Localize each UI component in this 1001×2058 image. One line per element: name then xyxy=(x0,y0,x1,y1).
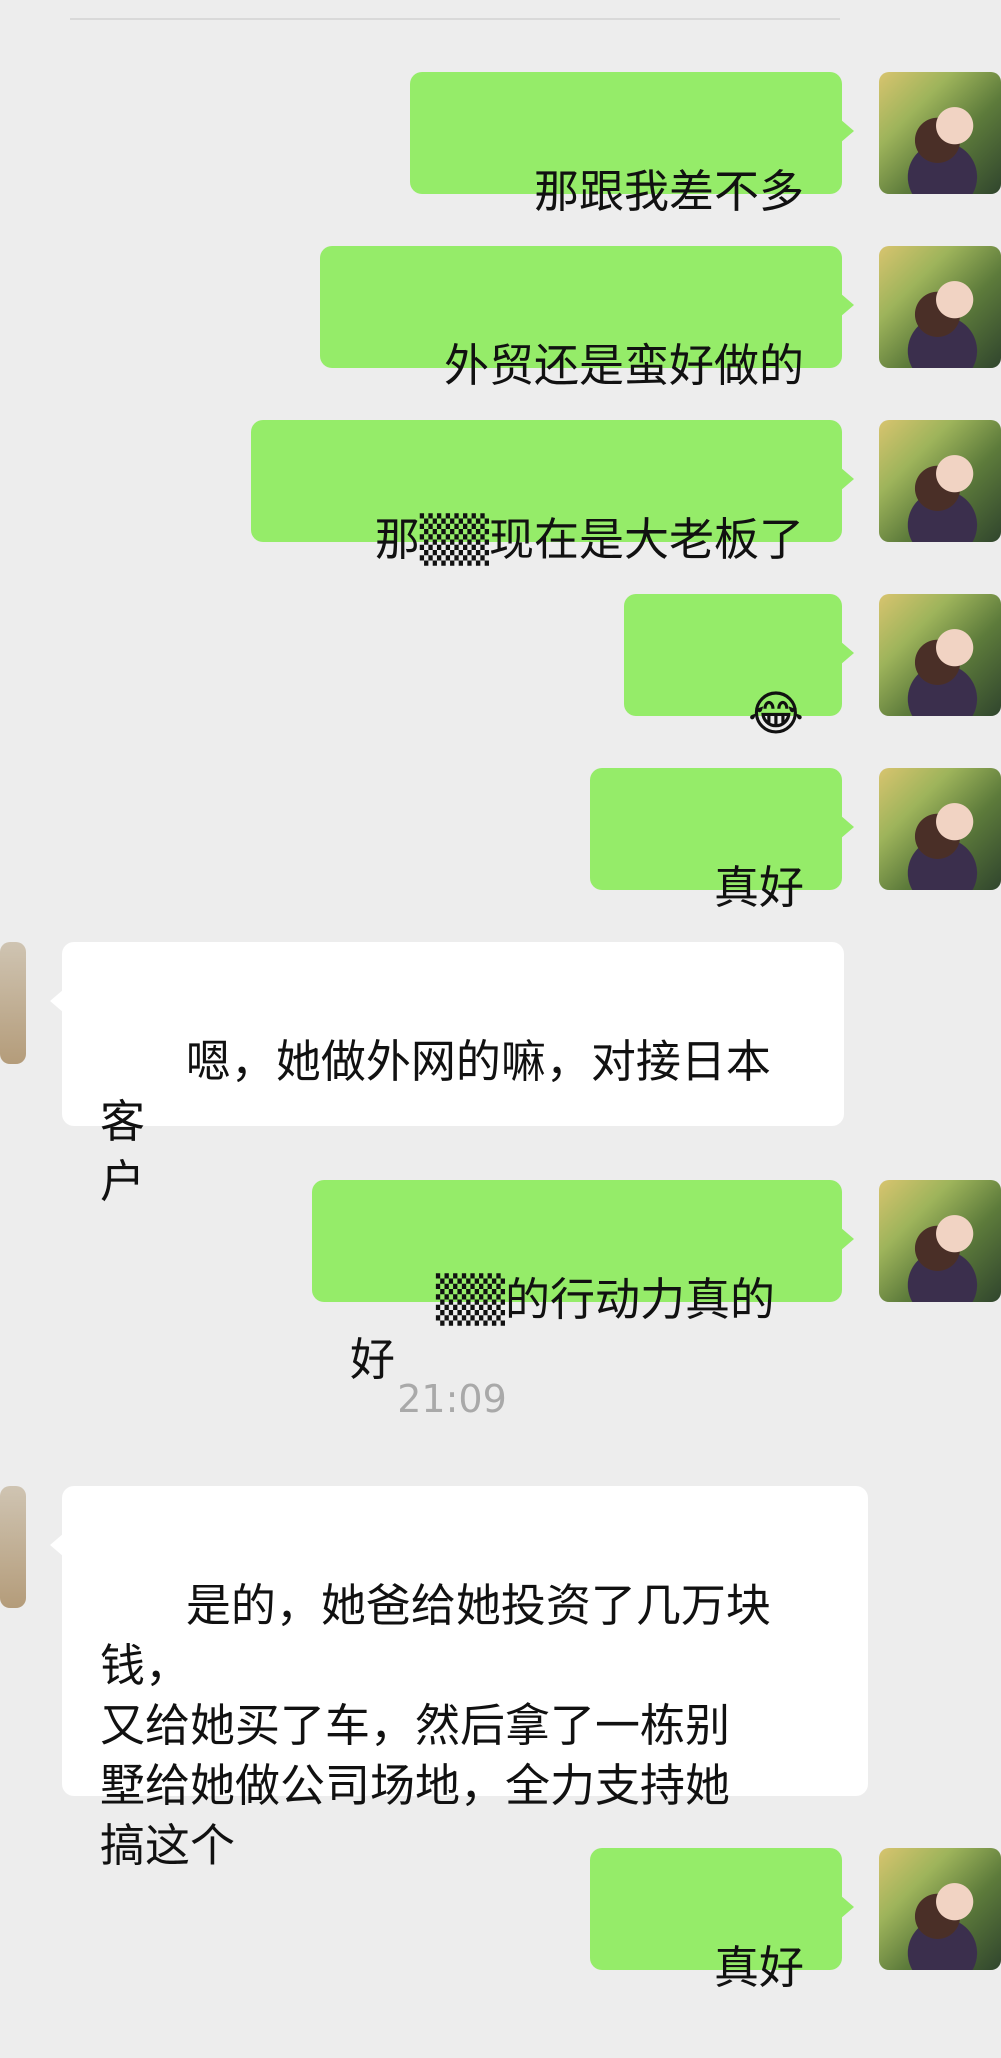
my-avatar[interactable] xyxy=(879,246,1001,368)
message-row-4: 😂 xyxy=(0,594,1001,742)
message-bubble[interactable]: 嗯，她做外网的嘛，对接日本客 户 xyxy=(50,942,844,1208)
message-bubble[interactable]: ▒▒的行动力真的好 xyxy=(312,1180,854,1386)
my-avatar[interactable] xyxy=(879,1848,1001,1970)
message-text: 外贸还是蛮好做的 xyxy=(443,339,804,392)
my-avatar[interactable] xyxy=(879,594,1001,716)
my-avatar[interactable] xyxy=(879,768,1001,890)
message-bubble[interactable]: 😂 xyxy=(624,594,854,742)
message-row-5: 真好 xyxy=(0,768,1001,914)
message-text: 是的，她爸给她投资了几万块钱， 又给她买了车，然后拿了一栋别 墅给她做公司场地，… xyxy=(100,1579,771,1872)
message-row-8: 是的，她爸给她投资了几万块钱， 又给她买了车，然后拿了一栋别 墅给她做公司场地，… xyxy=(0,1486,1001,1872)
my-avatar[interactable] xyxy=(879,1180,1001,1302)
message-row-6: 嗯，她做外网的嘛，对接日本客 户 xyxy=(0,942,1001,1208)
message-row-9: 真好 xyxy=(0,1848,1001,1994)
contact-avatar[interactable] xyxy=(0,1486,26,1608)
message-text: ▒▒的行动力真的好 xyxy=(350,1273,776,1386)
message-bubble[interactable]: 外贸还是蛮好做的 xyxy=(320,246,854,392)
message-bubble[interactable]: 是的，她爸给她投资了几万块钱， 又给她买了车，然后拿了一栋别 墅给她做公司场地，… xyxy=(50,1486,868,1872)
chat-timestamp: 21:09 xyxy=(397,1377,507,1421)
message-bubble[interactable]: 那跟我差不多 xyxy=(410,72,854,218)
message-row-7: ▒▒的行动力真的好 xyxy=(0,1180,1001,1386)
my-avatar[interactable] xyxy=(879,420,1001,542)
message-row-2: 外贸还是蛮好做的 xyxy=(0,246,1001,392)
chat-thread: 那跟我差不多 外贸还是蛮好做的 那▒▒现在是大老板了 😂 真好 嗯，她做外网的嘛… xyxy=(0,0,1001,1994)
message-text: 真好 xyxy=(713,861,804,914)
laughing-tears-emoji-icon: 😂 xyxy=(747,686,804,742)
message-bubble[interactable]: 真好 xyxy=(590,768,854,914)
message-row-3: 那▒▒现在是大老板了 xyxy=(0,420,1001,566)
message-text: 那▒▒现在是大老板了 xyxy=(374,513,804,566)
contact-avatar[interactable] xyxy=(0,942,26,1064)
message-bubble[interactable]: 那▒▒现在是大老板了 xyxy=(250,420,855,566)
message-text: 真好 xyxy=(713,1941,804,1994)
message-row-1: 那跟我差不多 xyxy=(0,72,1001,218)
my-avatar[interactable] xyxy=(879,72,1001,194)
message-text: 那跟我差不多 xyxy=(533,165,804,218)
message-bubble[interactable]: 真好 xyxy=(590,1848,854,1994)
